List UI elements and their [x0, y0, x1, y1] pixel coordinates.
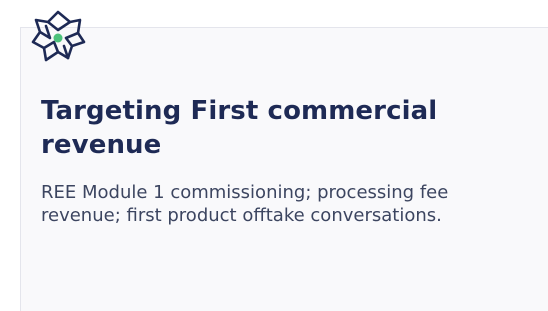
- card-description: REE Module 1 commissioning; processing f…: [41, 182, 449, 226]
- status-dot: [53, 33, 63, 43]
- milestone-card: [20, 27, 548, 311]
- card-title: Targeting First commercial revenue: [41, 96, 438, 160]
- interlocked-ring-emblem-icon: [31, 10, 86, 62]
